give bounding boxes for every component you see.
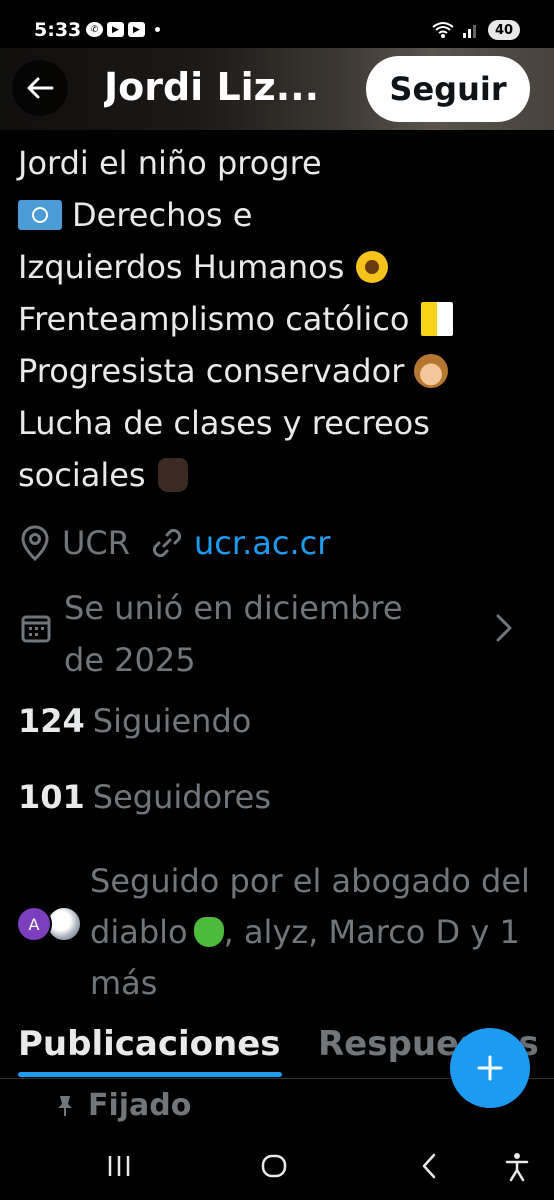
link-icon (152, 528, 182, 558)
active-tab-indicator (18, 1072, 282, 1077)
arrow-left-icon (27, 77, 54, 99)
bio-text: Progresista conservador (18, 352, 405, 390)
speak-no-evil-monkey-icon (414, 354, 449, 388)
bio-text: sociales (18, 456, 146, 494)
location-text: UCR (62, 524, 130, 562)
following-count: 124 (18, 702, 85, 740)
wifi-icon (432, 22, 454, 38)
bio-text: Lucha de clases y recreos (18, 404, 430, 442)
joined-text: de 2025 (64, 641, 196, 679)
home-icon[interactable] (260, 1152, 288, 1180)
location-website-row: UCR ucr.ac.cr (20, 524, 330, 562)
joined-date: Se unió en diciembre de 2025 (64, 582, 403, 686)
whatsapp-icon: ✆ (86, 22, 103, 37)
bio-text: Derechos e (72, 196, 253, 234)
un-flag-icon (18, 200, 62, 230)
pin-icon (58, 1095, 72, 1116)
notification-icons: ✆ ▶ ▶ (86, 22, 160, 37)
recent-apps-icon[interactable] (106, 1152, 132, 1180)
back-nav-icon[interactable] (418, 1152, 440, 1180)
followers-count-link[interactable]: 101 Seguidores (18, 778, 271, 816)
avatar[interactable]: A (16, 906, 52, 942)
chevron-right-icon[interactable] (492, 612, 516, 644)
following-count-link[interactable]: 124 Siguiendo (18, 702, 251, 740)
profile-bio: Jordi el niño progre Derechos e Izquierd… (18, 137, 538, 501)
followers-label: Seguidores (92, 778, 271, 816)
sunflower-icon (356, 251, 389, 283)
tab-publicaciones[interactable]: Publicaciones (18, 1024, 281, 1064)
vatican-flag-icon (421, 302, 454, 336)
bio-line: Progresista conservador (18, 345, 538, 397)
bio-line: Frenteamplismo católico (18, 293, 538, 345)
status-right: 40 (432, 20, 520, 40)
profile-name-title: Jordi Liz... (104, 65, 320, 109)
bio-line: Jordi el niño progre (18, 137, 538, 189)
bio-text: Frenteamplismo católico (18, 300, 410, 338)
plus-icon (477, 1055, 503, 1081)
calendar-icon (21, 615, 51, 643)
accessibility-icon[interactable] (504, 1152, 530, 1182)
signal-icon (463, 25, 476, 38)
raised-fist-icon (157, 458, 188, 492)
bio-text: Jordi el niño progre (18, 144, 322, 182)
snake-icon (193, 917, 224, 947)
status-time: 5:33 (34, 19, 82, 41)
bio-line: sociales (18, 449, 538, 501)
location-pin-icon (21, 525, 49, 561)
more-notifications-dot (155, 27, 160, 32)
pinned-label: Fijado (88, 1088, 192, 1123)
battery-indicator: 40 (488, 20, 520, 40)
pinned-label-row: Fijado (56, 1088, 191, 1123)
youtube-icon: ▶ (128, 22, 145, 37)
followed-by-text[interactable]: Seguido por el abogado del diablo, alyz,… (90, 856, 540, 1009)
system-navigation-bar (0, 1136, 554, 1200)
follow-button[interactable]: Seguir (366, 56, 530, 122)
bio-line: Izquierdos Humanos (18, 241, 538, 293)
bio-line: Derechos e (18, 189, 538, 241)
compose-button[interactable] (450, 1028, 530, 1108)
bio-text: Izquierdos Humanos (18, 248, 345, 286)
profile-header: Jordi Liz... Seguir (0, 48, 554, 130)
following-label: Siguiendo (92, 702, 252, 740)
bio-line: Lucha de clases y recreos (18, 397, 538, 449)
joined-text: Se unió en diciembre (64, 589, 403, 627)
youtube-icon: ▶ (107, 22, 124, 37)
back-button[interactable] (12, 60, 68, 116)
followers-count: 101 (18, 778, 85, 816)
website-link[interactable]: ucr.ac.cr (194, 524, 330, 562)
